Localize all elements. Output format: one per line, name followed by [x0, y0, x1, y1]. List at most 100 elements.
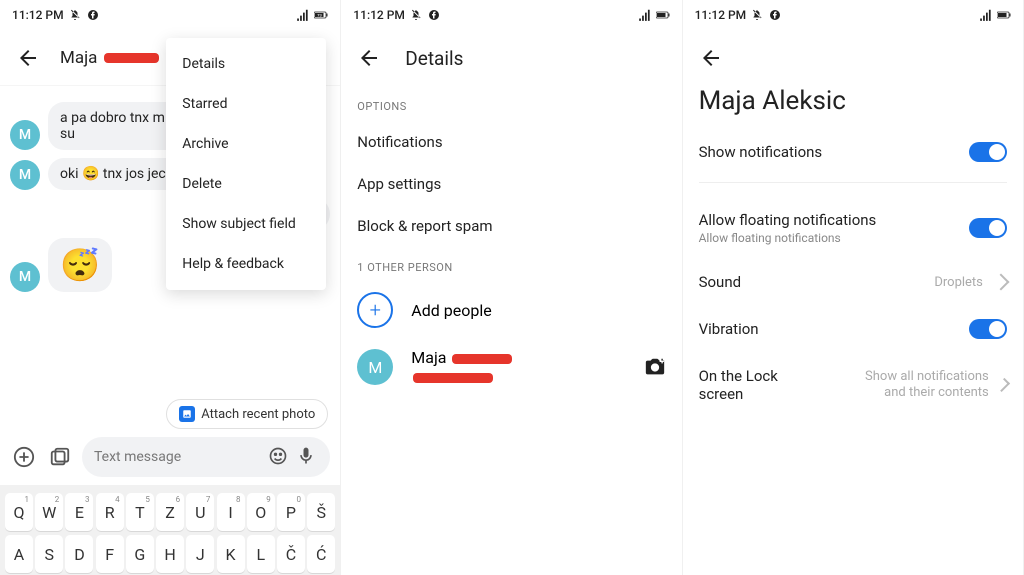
- add-people-button[interactable]: + Add people: [341, 282, 681, 338]
- setting-label: Show notifications: [699, 143, 823, 161]
- menu-details[interactable]: Details: [166, 44, 326, 84]
- signal-icon: [296, 8, 310, 22]
- keyboard-row: Q1W2E3R4T5Z6U7I8O9P0Š: [4, 491, 336, 533]
- message-bubble: 😴: [48, 238, 112, 292]
- redacted-surname: [452, 354, 512, 364]
- menu-delete[interactable]: Delete: [166, 164, 326, 204]
- menu-archive[interactable]: Archive: [166, 124, 326, 164]
- add-people-label: Add people: [411, 301, 491, 320]
- screen-notification-settings: 11:12 PM Maja Aleksic Show notifications…: [683, 0, 1024, 575]
- chevron-right-icon: [996, 378, 1010, 392]
- setting-label: Allow floating notifications: [699, 211, 877, 229]
- status-time: 11:12 PM: [353, 8, 405, 22]
- avatar: M: [10, 120, 40, 150]
- details-title: Details: [405, 47, 463, 70]
- setting-sublabel: Allow floating notifications: [699, 231, 877, 245]
- person-row[interactable]: M Maja: [341, 338, 681, 396]
- toggle-on[interactable]: [969, 218, 1007, 238]
- gallery-button[interactable]: [46, 443, 74, 471]
- key-a[interactable]: A: [5, 535, 33, 573]
- key-e[interactable]: E3: [65, 493, 93, 531]
- key-f[interactable]: F: [96, 535, 124, 573]
- key-z[interactable]: Z6: [156, 493, 184, 531]
- plus-icon: +: [357, 292, 393, 328]
- status-bar: 11:12 PM 73: [0, 0, 340, 30]
- key-s[interactable]: S: [35, 535, 63, 573]
- back-button[interactable]: [699, 46, 723, 70]
- key-d[interactable]: D: [65, 535, 93, 573]
- back-button[interactable]: [16, 46, 40, 70]
- photo-icon: [179, 406, 195, 422]
- key-ć[interactable]: Ć: [307, 535, 335, 573]
- keyboard-row: ASDFGHJKLČĆ: [4, 533, 336, 575]
- notif-title: Maja Aleksic: [683, 86, 1023, 128]
- setting-floating-notifications[interactable]: Allow floating notifications Allow float…: [683, 197, 1023, 259]
- redacted-surname: [104, 53, 159, 63]
- key-t[interactable]: T5: [126, 493, 154, 531]
- message-input-bar: Text message: [0, 429, 340, 485]
- mic-button[interactable]: [296, 446, 318, 468]
- setting-vibration[interactable]: Vibration: [683, 305, 1023, 353]
- back-button[interactable]: [357, 46, 381, 70]
- status-time: 11:12 PM: [695, 8, 747, 22]
- toggle-on[interactable]: [969, 319, 1007, 339]
- key-i[interactable]: I8: [217, 493, 245, 531]
- setting-sound[interactable]: Sound Droplets: [683, 259, 1023, 305]
- key-u[interactable]: U7: [186, 493, 214, 531]
- battery-icon: [656, 8, 670, 22]
- signal-icon: [638, 8, 652, 22]
- notif-header: [683, 30, 1023, 86]
- screen-details: 11:12 PM Details OPTIONS Notifications A…: [341, 0, 682, 575]
- divider: [699, 182, 1007, 183]
- setting-label: Vibration: [699, 320, 759, 338]
- message-input[interactable]: Text message: [82, 437, 330, 477]
- section-options-label: OPTIONS: [341, 86, 681, 121]
- add-button[interactable]: [10, 443, 38, 471]
- key-p[interactable]: P0: [277, 493, 305, 531]
- key-š[interactable]: Š: [307, 493, 335, 531]
- key-h[interactable]: H: [156, 535, 184, 573]
- dnd-icon: [68, 8, 82, 22]
- setting-show-notifications[interactable]: Show notifications: [683, 128, 1023, 176]
- camera-plus-icon[interactable]: [644, 356, 666, 378]
- attach-photo-chip[interactable]: Attach recent photo: [166, 399, 328, 429]
- keyboard[interactable]: Q1W2E3R4T5Z6U7I8O9P0Š ASDFGHJKLČĆ: [0, 485, 340, 575]
- details-header: Details: [341, 30, 681, 86]
- facebook-icon: [86, 8, 100, 22]
- battery-icon: [997, 8, 1011, 22]
- key-l[interactable]: L: [247, 535, 275, 573]
- key-j[interactable]: J: [186, 535, 214, 573]
- key-w[interactable]: W2: [35, 493, 63, 531]
- signal-icon: [979, 8, 993, 22]
- key-g[interactable]: G: [126, 535, 154, 573]
- setting-label: Sound: [699, 273, 741, 291]
- key-k[interactable]: K: [217, 535, 245, 573]
- attach-label: Attach recent photo: [201, 407, 315, 422]
- chat-title[interactable]: Maja: [60, 48, 161, 68]
- menu-subject[interactable]: Show subject field: [166, 204, 326, 244]
- chevron-right-icon: [992, 274, 1009, 291]
- facebook-icon: [427, 8, 441, 22]
- battery-icon: 73: [314, 8, 328, 22]
- option-notifications[interactable]: Notifications: [341, 121, 681, 163]
- redacted-number: [413, 373, 493, 383]
- toggle-on[interactable]: [969, 142, 1007, 162]
- menu-starred[interactable]: Starred: [166, 84, 326, 124]
- key-r[interactable]: R4: [96, 493, 124, 531]
- option-app-settings[interactable]: App settings: [341, 163, 681, 205]
- key-č[interactable]: Č: [277, 535, 305, 573]
- setting-value: Show all notifications and their content…: [847, 369, 989, 400]
- avatar: M: [357, 349, 393, 385]
- menu-help[interactable]: Help & feedback: [166, 244, 326, 284]
- key-q[interactable]: Q1: [5, 493, 33, 531]
- status-bar: 11:12 PM: [341, 0, 681, 30]
- emoji-button[interactable]: [268, 446, 290, 468]
- dnd-icon: [409, 8, 423, 22]
- status-bar: 11:12 PM: [683, 0, 1023, 30]
- setting-lock-screen[interactable]: On the Lock screen Show all notification…: [683, 353, 1023, 417]
- option-block-spam[interactable]: Block & report spam: [341, 205, 681, 247]
- input-placeholder: Text message: [94, 449, 262, 465]
- overflow-menu: Details Starred Archive Delete Show subj…: [166, 38, 326, 290]
- key-o[interactable]: O9: [247, 493, 275, 531]
- dnd-icon: [750, 8, 764, 22]
